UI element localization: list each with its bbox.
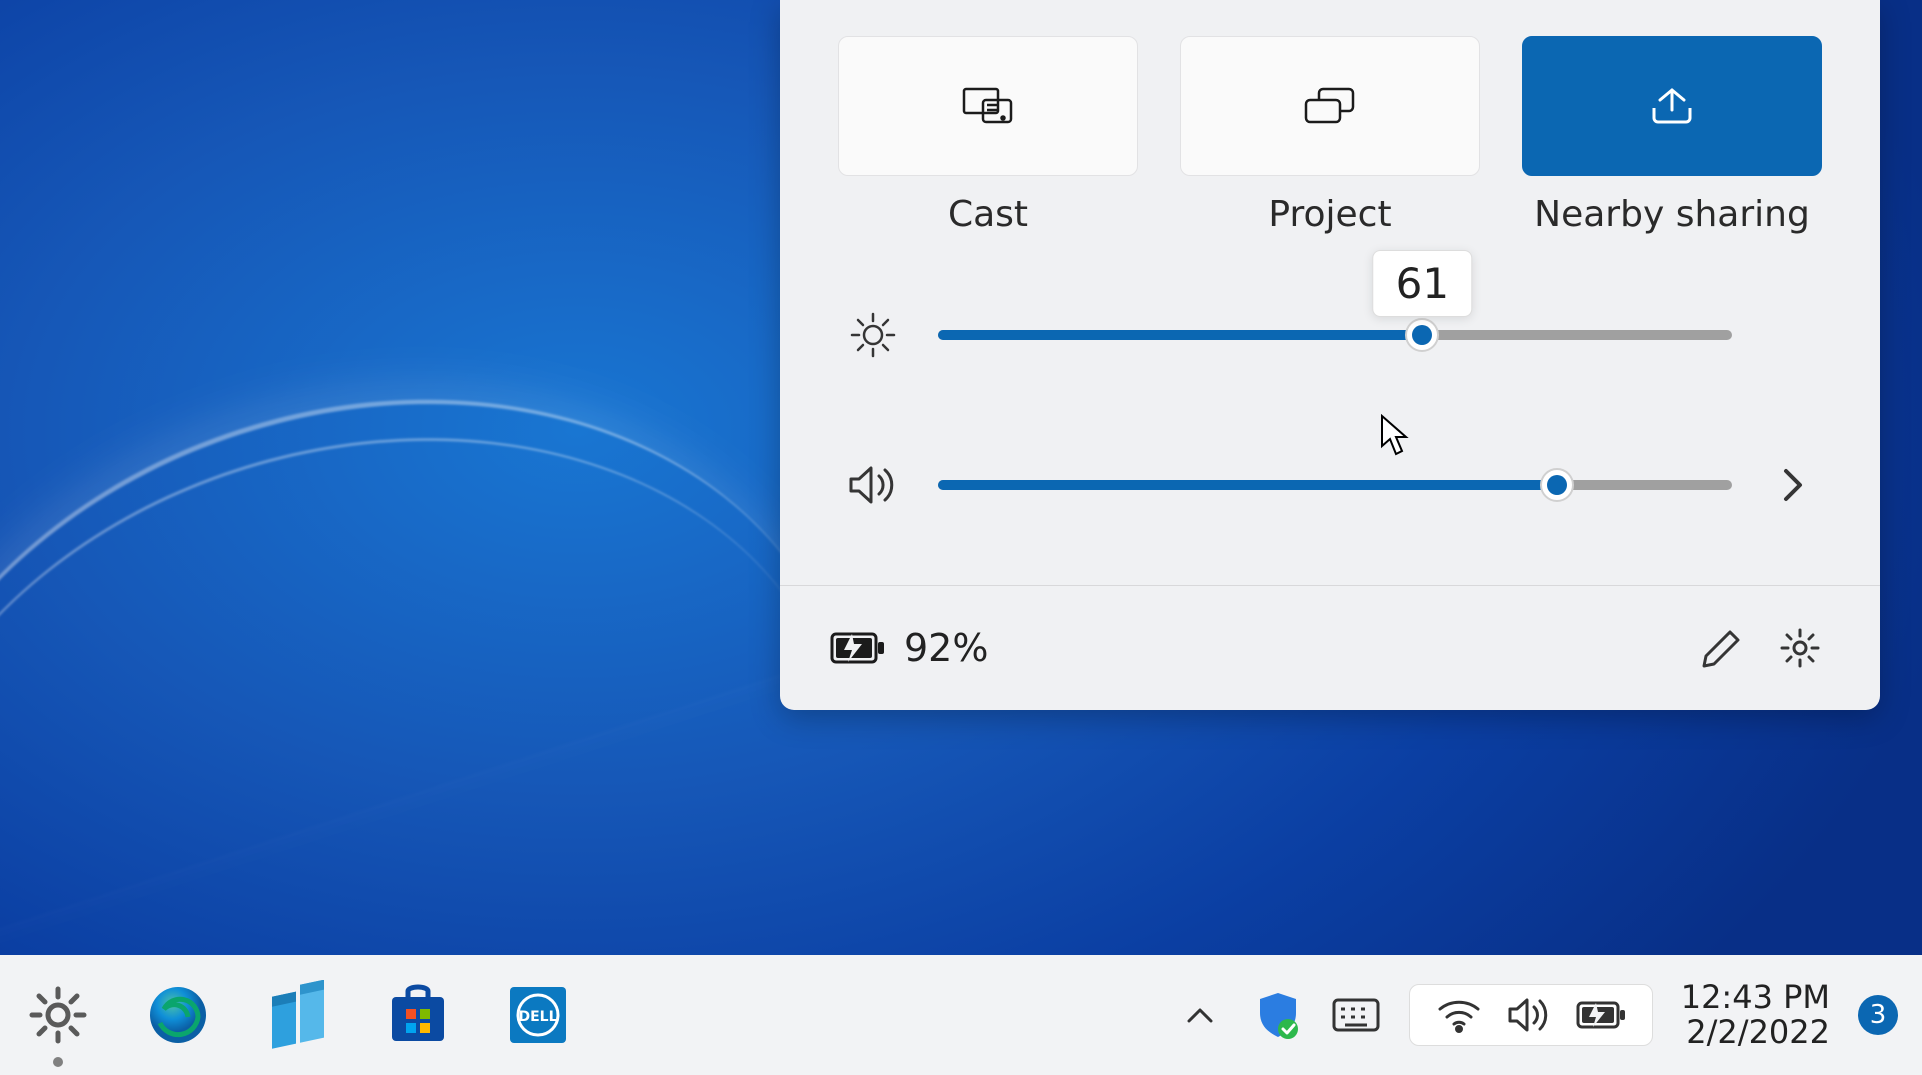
dell-icon: DELL bbox=[506, 983, 570, 1047]
server-manager-icon bbox=[266, 980, 330, 1050]
tray-input-keyboard[interactable] bbox=[1331, 990, 1381, 1040]
project-tile[interactable] bbox=[1180, 36, 1480, 176]
taskbar-app-ms-store[interactable] bbox=[378, 975, 458, 1055]
cast-tile[interactable] bbox=[838, 36, 1138, 176]
taskbar: DELL bbox=[0, 955, 1922, 1075]
brightness-icon bbox=[848, 310, 898, 360]
quick-settings-tiles-row: Cast Project Nearby sharing bbox=[780, 0, 1880, 235]
nearby-share-icon bbox=[1648, 86, 1696, 126]
taskbar-system-tray: 12:43 PM 2/2/2022 3 bbox=[1175, 980, 1898, 1050]
brightness-slider[interactable]: 61 bbox=[938, 330, 1732, 340]
cast-tile-label: Cast bbox=[948, 194, 1028, 235]
edit-quick-settings-button[interactable] bbox=[1692, 618, 1752, 678]
quick-settings-panel: Cast Project Nearby sharing bbox=[780, 0, 1880, 710]
security-shield-icon bbox=[1256, 991, 1300, 1039]
brightness-slider-row: 61 bbox=[838, 295, 1822, 375]
tray-overflow-chevron[interactable] bbox=[1175, 990, 1225, 1040]
taskbar-app-edge[interactable] bbox=[138, 975, 218, 1055]
svg-text:DELL: DELL bbox=[518, 1009, 557, 1025]
volume-slider[interactable] bbox=[938, 480, 1732, 490]
battery-status[interactable]: 92% bbox=[830, 626, 1674, 670]
battery-percent-label: 92% bbox=[904, 626, 988, 670]
tray-quick-settings-trigger[interactable] bbox=[1409, 984, 1653, 1046]
cast-icon bbox=[961, 86, 1015, 126]
battery-charging-icon bbox=[830, 630, 886, 666]
pencil-icon bbox=[1702, 628, 1742, 668]
gear-icon bbox=[1778, 626, 1822, 670]
taskbar-clock[interactable]: 12:43 PM 2/2/2022 bbox=[1681, 980, 1830, 1050]
wifi-icon bbox=[1436, 997, 1482, 1033]
volume-slider-row bbox=[838, 445, 1822, 525]
nearby-sharing-tile-label: Nearby sharing bbox=[1534, 194, 1810, 235]
ms-store-icon bbox=[386, 983, 450, 1047]
taskbar-pinned-apps: DELL bbox=[18, 975, 578, 1055]
notification-count-badge[interactable]: 3 bbox=[1858, 995, 1898, 1035]
battery-tray-icon bbox=[1576, 999, 1626, 1031]
keyboard-icon bbox=[1331, 997, 1381, 1033]
clock-date: 2/2/2022 bbox=[1686, 1015, 1830, 1050]
taskbar-app-dell[interactable]: DELL bbox=[498, 975, 578, 1055]
edge-icon bbox=[146, 983, 210, 1047]
nearby-sharing-tile[interactable] bbox=[1522, 36, 1822, 176]
project-tile-label: Project bbox=[1268, 194, 1391, 235]
taskbar-app-settings[interactable] bbox=[18, 975, 98, 1055]
settings-app-icon bbox=[26, 983, 90, 1047]
tray-windows-security[interactable] bbox=[1253, 990, 1303, 1040]
open-settings-button[interactable] bbox=[1770, 618, 1830, 678]
volume-icon bbox=[847, 462, 899, 508]
volume-tray-icon bbox=[1506, 995, 1552, 1035]
chevron-right-icon bbox=[1780, 465, 1804, 505]
brightness-tooltip: 61 bbox=[1373, 250, 1472, 317]
volume-output-chevron[interactable] bbox=[1762, 465, 1822, 505]
clock-time: 12:43 PM bbox=[1681, 980, 1830, 1015]
project-icon bbox=[1303, 86, 1357, 126]
chevron-up-icon bbox=[1185, 1005, 1215, 1025]
quick-settings-footer: 92% bbox=[780, 585, 1880, 710]
taskbar-app-server-manager[interactable] bbox=[258, 975, 338, 1055]
